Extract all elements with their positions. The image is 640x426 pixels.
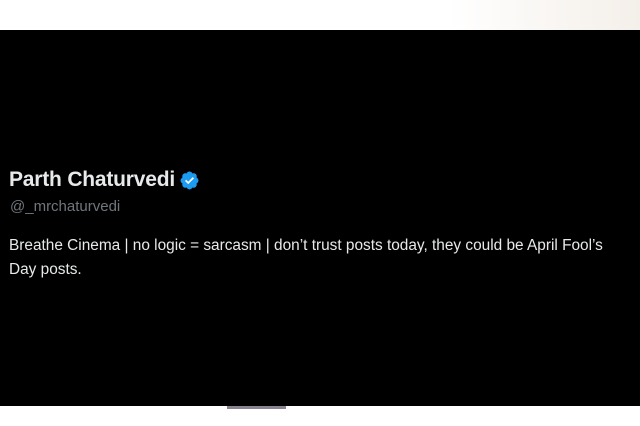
verified-badge-icon[interactable] [179,170,200,191]
bottom-border-strip [0,406,640,426]
profile-name-row: Parth Chaturvedi [9,166,200,194]
profile-card [0,30,640,406]
profile-bio: Breathe Cinema | no logic = sarcasm | do… [9,237,603,278]
screenshot-page: Parth Chaturvedi @_mrchaturvedi Breathe … [0,0,640,426]
bottom-divider-mark [227,406,286,409]
profile-display-name[interactable]: Parth Chaturvedi [9,166,175,194]
profile-handle[interactable]: @_mrchaturvedi [10,197,120,217]
top-border-strip [0,0,640,30]
